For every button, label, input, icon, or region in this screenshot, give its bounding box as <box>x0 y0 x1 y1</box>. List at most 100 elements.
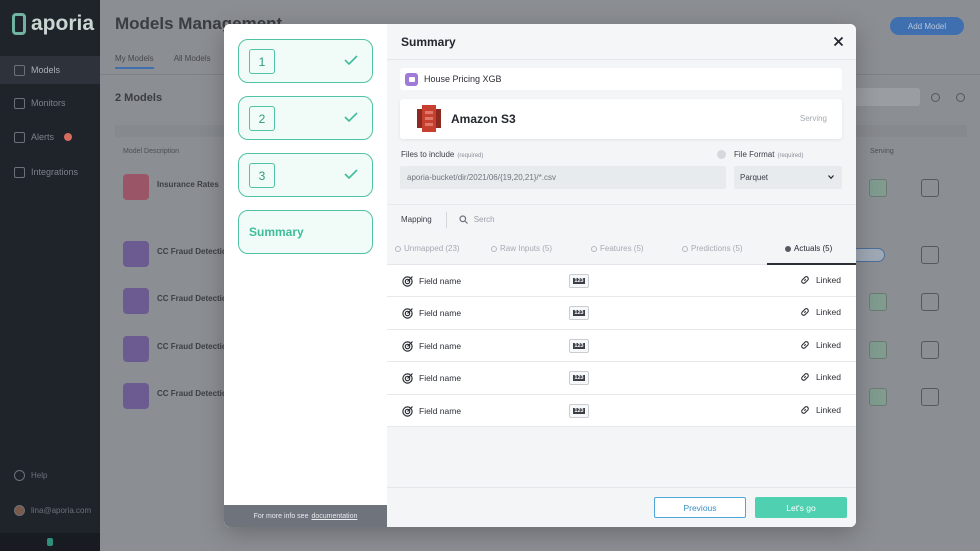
tab-raw-inputs[interactable]: Raw Inputs (5) <box>491 244 552 253</box>
files-label-text: Files to include <box>401 150 455 159</box>
field-type: 123 <box>573 310 585 317</box>
model-icon <box>123 288 149 314</box>
tab-predictions[interactable]: Predictions (5) <box>682 244 743 253</box>
link-status-label: Linked <box>815 372 841 383</box>
step-3[interactable]: 3 <box>238 153 373 197</box>
row-action-icon[interactable] <box>921 388 939 406</box>
step-summary[interactable]: Summary <box>238 210 373 254</box>
step-2[interactable]: 2 <box>238 96 373 140</box>
linked-status[interactable]: Linked <box>800 405 841 415</box>
link-status-label: Linked <box>815 275 841 285</box>
list-item[interactable]: Field name 123 Linked <box>387 265 856 298</box>
help-link[interactable]: Help <box>14 470 47 481</box>
amazon-s3-icon <box>417 105 441 132</box>
filter-icon[interactable] <box>931 93 940 102</box>
tab-actuals[interactable]: Actuals (5) <box>785 244 832 253</box>
unmapped-icon <box>395 245 401 252</box>
models-search-input[interactable] <box>854 88 920 106</box>
check-icon <box>344 169 358 179</box>
field-name: Field name <box>419 340 462 351</box>
sidebar-item-label: Monitors <box>31 98 66 108</box>
sidebar-item-alerts[interactable]: Alerts <box>0 123 100 151</box>
row-action-icon[interactable] <box>921 246 939 264</box>
target-icon <box>402 308 413 320</box>
linked-status[interactable]: Linked <box>800 275 841 285</box>
tab-unmapped[interactable]: Unmapped (23) <box>395 244 460 253</box>
tab-label: Raw Inputs (5) <box>500 244 553 253</box>
numeric-type-icon: 123 <box>569 274 589 288</box>
previous-button[interactable]: Previous <box>654 497 746 518</box>
alerts-icon <box>14 131 25 143</box>
model-name: CC Fraud Detection <box>157 342 232 351</box>
models-count: 2 Models <box>115 92 163 104</box>
row-action-icon[interactable] <box>921 179 939 197</box>
lets-go-button[interactable]: Let's go <box>755 497 847 518</box>
user-email: lina@aporia.com <box>31 506 92 515</box>
predictions-icon <box>682 245 688 252</box>
tab-my-models[interactable]: My Models <box>115 54 154 69</box>
list-item[interactable]: Field name 123 Linked <box>387 330 856 363</box>
steps-panel: 1 2 3 Summary For more info see document… <box>224 24 387 527</box>
list-item[interactable]: Field name 123 Linked <box>387 297 856 330</box>
tab-all-models[interactable]: All Models <box>174 54 211 69</box>
aporia-logo: aporia <box>12 12 94 36</box>
files-label: Files to include (required) <box>401 150 483 159</box>
source-status: Serving <box>799 114 827 123</box>
model-bar: House Pricing XGB <box>400 68 842 90</box>
link-icon <box>801 308 809 317</box>
model-icon <box>123 383 149 409</box>
format-label-text: File Format <box>734 150 775 159</box>
link-icon <box>801 373 809 381</box>
app-sidebar: aporia Models Monitors Alerts Integratio… <box>0 0 100 551</box>
mapping-search-input[interactable]: Serch <box>459 215 495 224</box>
format-label: File Format (required) <box>734 150 803 159</box>
sidebar-item-monitors[interactable]: Monitors <box>0 89 100 117</box>
tab-label: Features (5) <box>600 244 644 253</box>
collapse-icon[interactable] <box>47 538 53 546</box>
user-menu[interactable]: lina@aporia.com <box>14 505 91 516</box>
target-icon <box>402 276 413 287</box>
file-format-select[interactable]: Parquet <box>734 166 842 189</box>
search-placeholder: Serch <box>473 215 495 224</box>
linked-status[interactable]: Linked <box>800 372 841 382</box>
numeric-type-icon: 123 <box>569 371 589 386</box>
tab-features[interactable]: Features (5) <box>591 244 644 253</box>
link-status-label: Linked <box>815 339 841 350</box>
field-type: 123 <box>573 278 585 284</box>
model-name: House Pricing XGB <box>424 74 502 84</box>
modal-header: Summary <box>387 24 856 60</box>
data-source-card: Amazon S3 Serving <box>400 99 842 139</box>
add-model-button[interactable]: Add Model <box>890 17 964 35</box>
check-icon <box>344 112 358 122</box>
numeric-type-icon: 123 <box>569 338 589 353</box>
linked-status[interactable]: Linked <box>800 340 841 350</box>
format-required: (required) <box>777 153 804 159</box>
model-name: CC Fraud Detection <box>157 294 232 303</box>
link-status-label: Linked <box>815 404 841 415</box>
help-icon[interactable] <box>717 150 726 159</box>
summary-content: Summary House Pricing XGB Amazon S3 Serv… <box>387 24 856 527</box>
check-icon <box>344 55 358 65</box>
target-icon <box>402 340 413 352</box>
settings-icon[interactable] <box>956 93 965 102</box>
documentation-link[interactable]: documentation <box>311 513 357 520</box>
list-item[interactable]: Field name 123 Linked <box>387 395 856 427</box>
actuals-icon <box>785 245 791 252</box>
sidebar-item-models[interactable]: Models <box>0 56 100 84</box>
sidebar-item-label: Models <box>31 65 61 75</box>
column-header-serving: Serving <box>870 148 894 155</box>
close-icon[interactable] <box>833 36 844 47</box>
linked-status[interactable]: Linked <box>800 307 841 317</box>
raw-inputs-icon <box>491 245 497 252</box>
link-status-label: Linked <box>815 307 841 318</box>
tab-label: Actuals (5) <box>794 244 833 253</box>
column-header-description: Model Description <box>123 148 180 155</box>
files-input[interactable]: aporia-bucket/dir/2021/06/{19,20,21}/*.c… <box>400 166 726 189</box>
row-action-icon[interactable] <box>921 341 939 359</box>
search-icon <box>459 215 468 224</box>
sidebar-item-integrations[interactable]: Integrations <box>0 158 100 186</box>
help-label: Help <box>31 471 48 480</box>
step-1[interactable]: 1 <box>238 39 373 83</box>
row-action-icon[interactable] <box>921 293 939 311</box>
list-item[interactable]: Field name 123 Linked <box>387 362 856 395</box>
